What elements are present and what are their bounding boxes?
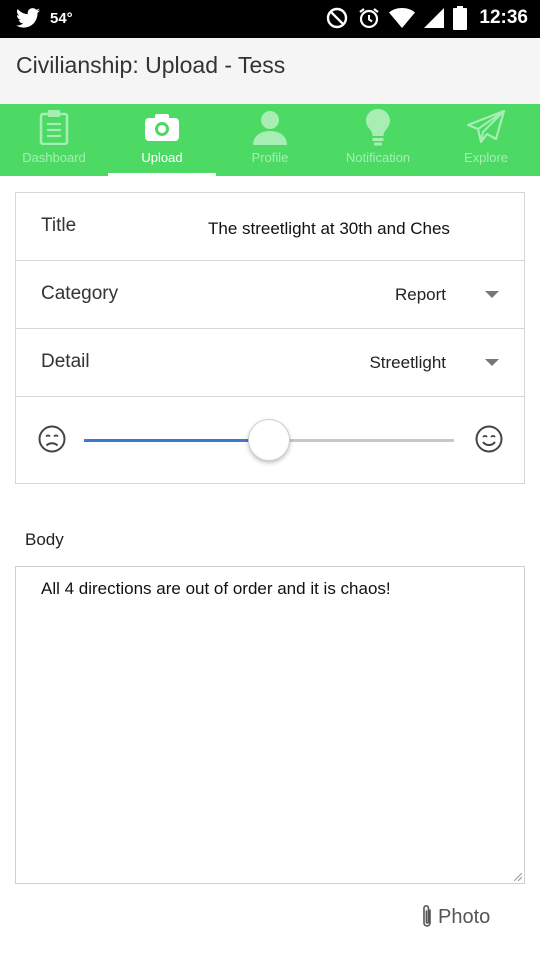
clock-text: 12:36	[479, 7, 528, 28]
tab-label: Notification	[345, 150, 411, 165]
title-input[interactable]: The streetlight at 30th and Ches	[208, 219, 488, 239]
resize-handle-icon[interactable]	[514, 873, 522, 881]
lightbulb-icon	[366, 109, 390, 146]
paperclip-icon	[423, 905, 431, 927]
detail-select[interactable]: Detail Streetlight	[16, 329, 524, 397]
tab-upload[interactable]: Upload	[108, 104, 216, 176]
twitter-icon	[16, 8, 40, 28]
status-bar: 54° 12:36	[0, 0, 540, 38]
tab-label: Profile	[251, 150, 289, 165]
page-title: Civilianship: Upload - Tess	[16, 52, 286, 78]
tab-notification[interactable]: Notification	[324, 104, 432, 176]
tab-label: Explore	[463, 150, 509, 165]
detail-value: Streetlight	[369, 353, 446, 372]
wifi-icon	[389, 8, 416, 28]
body-textarea[interactable]: All 4 directions are out of order and it…	[15, 566, 525, 884]
tab-explore[interactable]: Explore	[432, 104, 540, 176]
active-tab-indicator	[108, 173, 216, 176]
mood-slider-row	[16, 397, 524, 483]
body-label: Body	[25, 530, 64, 549]
tab-label: Dashboard	[22, 150, 86, 165]
tab-label: Upload	[141, 150, 183, 165]
upload-form-card: Title The streetlight at 30th and Ches C…	[15, 192, 525, 484]
detail-label: Detail	[41, 351, 90, 372]
dropdown-caret-icon	[485, 291, 499, 298]
alarm-icon	[359, 8, 380, 29]
battery-icon	[453, 6, 468, 30]
do-not-disturb-icon	[327, 7, 348, 29]
category-value: Report	[394, 285, 446, 304]
category-select[interactable]: Category Report	[16, 261, 524, 329]
camera-icon	[145, 114, 179, 141]
temperature-text: 54°	[50, 9, 73, 27]
app-bar: Civilianship: Upload - Tess	[0, 38, 540, 104]
tab-dashboard[interactable]: Dashboard	[0, 104, 108, 176]
tab-bar: Dashboard Upload Profile Notification Ex…	[0, 104, 540, 176]
photo-label: Photo	[438, 905, 491, 928]
photo-button[interactable]: Photo	[420, 904, 490, 930]
clipboard-icon	[39, 110, 69, 145]
title-label: Title	[41, 215, 77, 236]
cell-signal-icon	[424, 8, 445, 28]
mood-slider[interactable]	[84, 419, 454, 461]
slider-thumb[interactable]	[248, 419, 290, 461]
happy-face-icon	[475, 425, 503, 453]
slider-fill	[84, 439, 269, 442]
body-text: All 4 directions are out of order and it…	[41, 579, 391, 598]
category-label: Category	[41, 283, 119, 304]
title-row[interactable]: Title The streetlight at 30th and Ches	[16, 193, 524, 261]
sad-face-icon	[38, 425, 66, 453]
person-icon	[253, 111, 287, 145]
tab-profile[interactable]: Profile	[216, 104, 324, 176]
dropdown-caret-icon	[485, 359, 499, 366]
paper-plane-icon	[467, 110, 505, 144]
